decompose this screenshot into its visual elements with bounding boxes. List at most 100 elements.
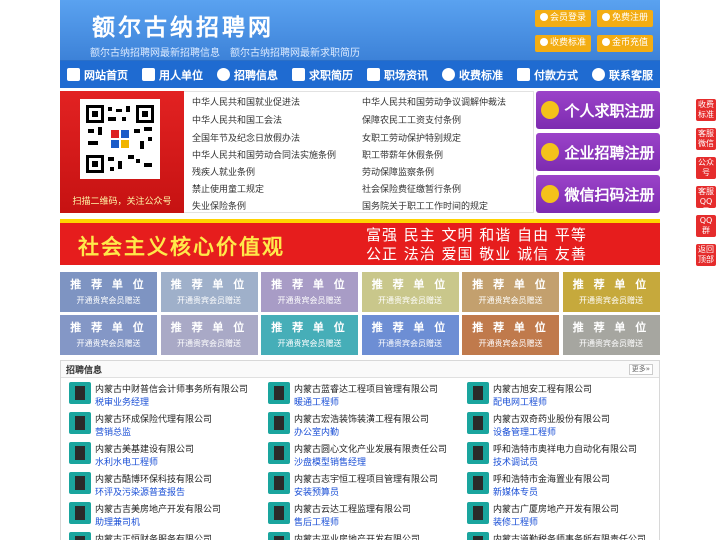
job-position-link[interactable]: 沙盘模型销售经理 — [294, 455, 366, 468]
job-list-item[interactable]: 内蒙古平业房地产开发有限公司物业工程经理 — [264, 530, 459, 540]
job-list-item[interactable]: 内蒙古环成保险代理有限公司 营销总监 — [65, 410, 260, 438]
company-register-button[interactable]: 企业招聘注册 — [536, 133, 660, 171]
login-button[interactable]: 会员登录 — [535, 10, 591, 27]
nav-item-pricing[interactable]: 收费标准 — [435, 61, 510, 88]
job-list-item[interactable]: 内蒙古志宇恒工程项目管理有限公司 安装预算员 — [264, 470, 459, 498]
recommended-employer-slot[interactable]: 推 荐 单 位开通贵宾会员赠送 — [261, 315, 358, 355]
nav-item-employers[interactable]: 用人单位 — [135, 61, 210, 88]
job-company-name[interactable]: 内蒙古宏浩装饰装潢工程有限公司 — [294, 412, 429, 425]
job-company-name[interactable]: 内蒙古道勤税务师事务所有限责任公司 — [493, 532, 646, 540]
job-company-name[interactable]: 内蒙古环成保险代理有限公司 — [95, 412, 212, 425]
more-jobs-link[interactable]: 更多» — [628, 364, 653, 375]
recommended-employer-slot[interactable]: 推 荐 单 位开通贵宾会员赠送 — [60, 315, 157, 355]
floating-tool-button[interactable]: 客服微信 — [696, 128, 716, 150]
floating-tool-button[interactable]: 收费标准 — [696, 99, 716, 121]
law-link[interactable]: 中华人民共和国就业促进法 — [192, 95, 300, 108]
nav-item-contact[interactable]: 联系客服 — [585, 61, 660, 88]
job-company-name[interactable]: 呼和浩特市奥祥电力自动化有限公司 — [493, 442, 637, 455]
job-position-link[interactable]: 售后工程师 — [294, 515, 339, 528]
job-position-link[interactable]: 税审业务经理 — [95, 395, 149, 408]
job-company-name[interactable]: 内蒙古酷博环保科技有限公司 — [95, 472, 212, 485]
job-list-item[interactable]: 内蒙古道勤税务师事务所有限责任公司税务代理申报 — [463, 530, 658, 540]
job-company-name[interactable]: 内蒙古志宇恒工程项目管理有限公司 — [294, 472, 438, 485]
floating-tool-button[interactable]: QQ群 — [696, 215, 716, 237]
job-position-link[interactable]: 安装预算员 — [294, 485, 339, 498]
recommended-employer-slot[interactable]: 推 荐 单 位开通贵宾会员赠送 — [361, 315, 459, 355]
job-company-name[interactable]: 内蒙古蓝睿达工程项目管理有限公司 — [294, 382, 438, 395]
job-list-item[interactable]: 内蒙古云达工程监理有限公司 售后工程师 — [264, 500, 459, 528]
recommended-employer-slot[interactable]: 推 荐 单 位开通贵宾会员赠送 — [462, 315, 559, 355]
law-link[interactable]: 国务院关于职工工作时间的规定 — [362, 199, 488, 212]
job-list-item[interactable]: 内蒙古蓝睿达工程项目管理有限公司 暖通工程师 — [264, 380, 459, 408]
job-company-name[interactable]: 内蒙古吉美房地产开发有限公司 — [95, 502, 221, 515]
register-button[interactable]: 免费注册 — [597, 10, 653, 27]
job-position-link[interactable]: 设备管理工程师 — [493, 425, 556, 438]
nav-item-resumes[interactable]: 求职简历 — [285, 61, 360, 88]
recharge-button[interactable]: 金币充值 — [597, 35, 653, 52]
job-list-item[interactable]: 内蒙古圆心文化产业发展有限责任公司 沙盘模型销售经理 — [264, 440, 459, 468]
law-link[interactable]: 禁止使用童工规定 — [192, 182, 264, 195]
law-link[interactable]: 失业保险条例 — [192, 199, 246, 212]
law-link[interactable]: 残疾人就业条例 — [192, 165, 255, 178]
site-logo-title[interactable]: 额尔古纳招聘网 — [92, 8, 274, 42]
recommended-employer-slot[interactable]: 推 荐 单 位开通贵宾会员赠送 — [361, 272, 459, 312]
law-link[interactable]: 中华人民共和国劳动争议调解仲裁法 — [362, 95, 506, 108]
recommended-employer-slot[interactable]: 推 荐 单 位开通贵宾会员赠送 — [562, 272, 660, 312]
job-list-item[interactable]: 呼和浩特市金海置业有限公司 新媒体专员 — [463, 470, 658, 498]
job-company-name[interactable]: 内蒙古正恒财务服务有限公司 — [95, 532, 212, 540]
job-company-name[interactable]: 内蒙古双奇药业股份有限公司 — [493, 412, 610, 425]
job-position-link[interactable]: 暖通工程师 — [294, 395, 339, 408]
floating-tool-button[interactable]: 客服QQ号 — [696, 186, 716, 216]
recommended-employer-slot[interactable]: 推 荐 单 位开通贵宾会员赠送 — [60, 272, 157, 312]
floating-tool-button[interactable]: 返回顶部 — [696, 244, 716, 266]
recommended-employer-slot[interactable]: 推 荐 单 位开通贵宾会员赠送 — [160, 315, 258, 355]
job-position-link[interactable]: 办公室内勤 — [294, 425, 339, 438]
job-position-link[interactable]: 配电网工程师 — [493, 395, 547, 408]
recommended-employer-slot[interactable]: 推 荐 单 位开通贵宾会员赠送 — [160, 272, 258, 312]
job-company-name[interactable]: 内蒙古中财普信会计师事务所有限公司 — [95, 382, 248, 395]
nav-item-payment[interactable]: 付款方式 — [510, 61, 585, 88]
job-company-name[interactable]: 呼和浩特市金海置业有限公司 — [493, 472, 610, 485]
recommended-employer-slot[interactable]: 推 荐 单 位开通贵宾会员赠送 — [562, 315, 660, 355]
job-list-item[interactable]: 内蒙古中财普信会计师事务所有限公司 税审业务经理 — [65, 380, 260, 408]
law-link[interactable]: 女职工劳动保护特别规定 — [362, 131, 461, 144]
law-link[interactable]: 社会保险费征缴暂行条例 — [362, 182, 461, 195]
floating-tool-button[interactable]: 公众号 — [696, 157, 716, 179]
nav-item-news[interactable]: 职场资讯 — [360, 61, 435, 88]
job-company-name[interactable]: 内蒙古广厦房地产开发有限公司 — [493, 502, 619, 515]
law-link[interactable]: 保障农民工工资支付条例 — [362, 113, 461, 126]
job-list-item[interactable]: 内蒙古旭安工程有限公司 配电网工程师 — [463, 380, 658, 408]
law-link[interactable]: 劳动保障监察条例 — [362, 165, 434, 178]
nav-item-jobs[interactable]: 招聘信息 — [210, 61, 285, 88]
job-position-link[interactable]: 助理兼司机 — [95, 515, 140, 528]
law-link[interactable]: 职工带薪年休假条例 — [362, 148, 443, 161]
job-position-link[interactable]: 技术调试员 — [493, 455, 538, 468]
job-list-item[interactable]: 内蒙古广厦房地产开发有限公司 装修工程师 — [463, 500, 658, 528]
job-list-item[interactable]: 内蒙古酷博环保科技有限公司 环评及污染源普查报告 — [65, 470, 260, 498]
job-position-link[interactable]: 新媒体专员 — [493, 485, 538, 498]
recommended-employer-slot[interactable]: 推 荐 单 位开通贵宾会员赠送 — [261, 272, 358, 312]
job-list-item[interactable]: 内蒙古吉美房地产开发有限公司 助理兼司机 — [65, 500, 260, 528]
law-link[interactable]: 中华人民共和国劳动合同法实施条例 — [192, 148, 336, 161]
job-company-name[interactable]: 内蒙古美基建设有限公司 — [95, 442, 194, 455]
wechat-register-button[interactable]: 微信扫码注册 — [536, 175, 660, 213]
job-list-item[interactable]: 内蒙古双奇药业股份有限公司 设备管理工程师 — [463, 410, 658, 438]
job-company-name[interactable]: 内蒙古圆心文化产业发展有限责任公司 — [294, 442, 447, 455]
recommended-employer-slot[interactable]: 推 荐 单 位开通贵宾会员赠送 — [462, 272, 559, 312]
job-company-name[interactable]: 内蒙古旭安工程有限公司 — [493, 382, 592, 395]
pricing-button[interactable]: 收费标准 — [535, 35, 591, 52]
job-position-link[interactable]: 营销总监 — [95, 425, 131, 438]
law-link[interactable]: 中华人民共和国工会法 — [192, 113, 282, 126]
job-list-item[interactable]: 呼和浩特市奥祥电力自动化有限公司 技术调试员 — [463, 440, 658, 468]
nav-item-home[interactable]: 网站首页 — [60, 61, 135, 88]
jobseeker-register-button[interactable]: 个人求职注册 — [536, 91, 660, 129]
job-list-item[interactable]: 内蒙古美基建设有限公司 水利水电工程师 — [65, 440, 260, 468]
job-list-item[interactable]: 内蒙古正恒财务服务有限公司电话邀约人员 — [65, 530, 260, 540]
law-link[interactable]: 全国年节及纪念日放假办法 — [192, 131, 300, 144]
job-position-link[interactable]: 水利水电工程师 — [95, 455, 158, 468]
job-list-item[interactable]: 内蒙古宏浩装饰装潢工程有限公司 办公室内勤 — [264, 410, 459, 438]
job-position-link[interactable]: 装修工程师 — [493, 515, 538, 528]
job-company-name[interactable]: 内蒙古云达工程监理有限公司 — [294, 502, 411, 515]
job-company-name[interactable]: 内蒙古平业房地产开发有限公司 — [294, 532, 420, 540]
job-position-link[interactable]: 环评及污染源普查报告 — [95, 485, 185, 498]
